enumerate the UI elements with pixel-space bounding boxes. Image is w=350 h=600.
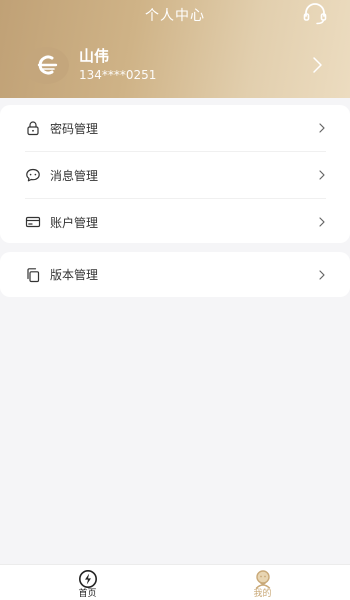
menu-item-label: 密码管理	[50, 121, 99, 136]
menu-item-label: 账户管理	[50, 215, 99, 230]
logo-icon	[37, 55, 57, 75]
menu-card: 密码管理 消息管理 账户管理	[0, 105, 350, 243]
lightning-icon	[78, 570, 97, 588]
menu-item-label: 消息管理	[50, 168, 99, 183]
headset-icon[interactable]	[303, 3, 327, 25]
menu-item-account[interactable]: 账户管理	[0, 199, 350, 245]
user-profile[interactable]: 山伟 134****0251	[24, 45, 334, 85]
menu-item-label: 版本管理	[50, 268, 99, 282]
card-icon	[25, 216, 41, 228]
menu-item-version[interactable]: 版本管理	[0, 252, 350, 297]
chevron-right-icon	[319, 123, 325, 133]
menu-item-password[interactable]: 密码管理	[0, 105, 350, 151]
copy-icon	[27, 267, 40, 282]
chevron-right-icon	[319, 217, 325, 227]
lock-icon	[27, 121, 39, 136]
tab-bar: 首页 我的	[0, 564, 350, 600]
avatar	[24, 46, 69, 84]
page-title: 个人中心	[145, 8, 205, 24]
tab-home[interactable]: 首页	[0, 565, 175, 600]
profile-header: 个人中心 山伟 134****0251	[0, 0, 350, 98]
chevron-right-icon	[313, 57, 322, 73]
tab-label: 我的	[253, 589, 272, 599]
user-phone: 134****0251	[79, 68, 157, 82]
tab-label: 首页	[78, 589, 97, 599]
menu-card: 版本管理	[0, 252, 350, 297]
tab-mine[interactable]: 我的	[175, 565, 350, 600]
user-icon	[255, 570, 270, 589]
menu-item-messages[interactable]: 消息管理	[0, 152, 350, 198]
message-icon	[26, 168, 40, 182]
chevron-right-icon	[319, 170, 325, 180]
chevron-right-icon	[319, 269, 325, 280]
user-name: 山伟	[79, 47, 110, 65]
